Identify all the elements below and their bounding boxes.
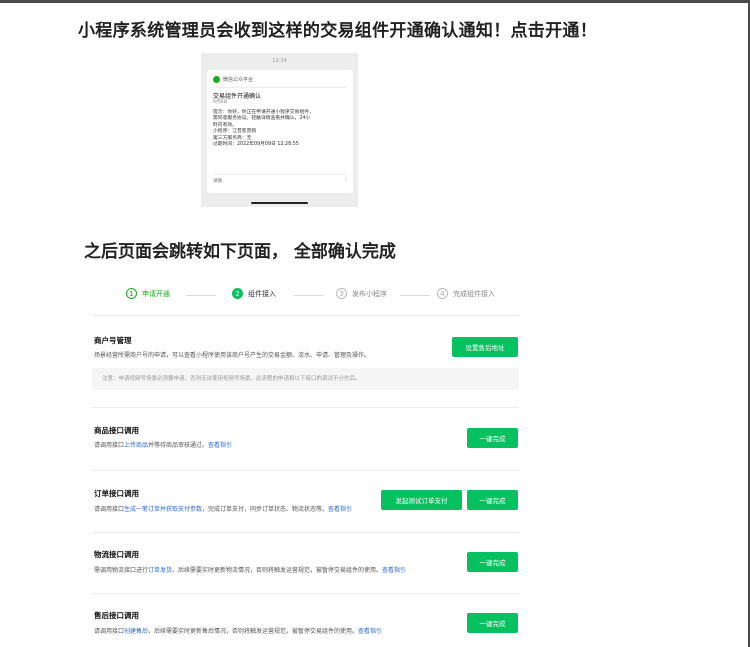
upload-goods-link[interactable]: 上传商品 xyxy=(124,442,148,449)
merchant-title: 商户号管理 xyxy=(94,336,132,345)
divider xyxy=(213,87,347,88)
desc-text: 需调用物流接口进行 xyxy=(94,567,149,574)
aftersale-desc: 请调用接口创建售后，后续需要实时更新售后情况，否则将触发运营规范，被暂停交易组件… xyxy=(94,626,382,635)
divider xyxy=(92,593,519,594)
step-connector xyxy=(400,295,430,296)
desc-text: 。后续需要实时更新物流情况，否则将触发运营规范，被暂停交易组件的使用。 xyxy=(172,567,383,574)
divider xyxy=(92,532,519,533)
step-label: 发布小程序 xyxy=(352,289,387,298)
ship-order-link[interactable]: 订单发货 xyxy=(148,567,172,574)
notification-body: 提示：你好，你正在申请开通小程序交易组件， 需同意服务协议，轻触详情查看并确认，… xyxy=(213,110,347,148)
divider xyxy=(92,470,519,471)
desc-text: 请调用接口 xyxy=(94,506,125,513)
wechat-logo-icon xyxy=(213,76,220,83)
view-guide-link[interactable]: 查看指引 xyxy=(328,506,352,513)
merchant-desc: 场景经营所需商户号的申请，可以查看小程序使用该商户号产生的交易金额、流水、申请、… xyxy=(94,352,371,359)
divider xyxy=(92,315,519,316)
body-line: 过期时间：2022年09月09日 12:28:55 xyxy=(213,142,299,148)
order-desc: 请调用接口生成一笔订单并获取支付参数，完成订单支付，同步订单状态、物流状态等。查… xyxy=(94,504,352,513)
divider xyxy=(213,174,347,175)
desc-text: ，后续需要实时更新售后情况，否则将触发运营规范，被暂停交易组件的使用。 xyxy=(148,628,359,635)
progress-steps: 1 申请开通 2 组件接入 3 发布小程序 4 完成组件接入 xyxy=(0,288,750,304)
home-indicator xyxy=(251,202,308,204)
logistics-title: 物流接口调用 xyxy=(94,550,139,559)
notification-date: 9月8日 xyxy=(213,100,228,105)
desc-text: 请调用接口 xyxy=(94,628,125,635)
step-number: 2 xyxy=(232,288,243,299)
desc-text: ，完成订单支付，同步订单状态、物流状态等。 xyxy=(202,506,329,513)
order-complete-button[interactable]: 一键完成 xyxy=(467,490,518,510)
notification-card[interactable]: 微信公众平台 交易组件开通确认 9月8日 提示：你好，你正在申请开通小程序交易组… xyxy=(207,70,353,193)
logistics-complete-button[interactable]: 一键完成 xyxy=(467,552,518,572)
aftersale-title: 售后接口调用 xyxy=(94,611,139,620)
merchant-note: 注意：申请视频号场景必须要申请，否则无法使用视频号场景，此流程的申请和以下接口的… xyxy=(92,368,519,390)
view-guide-link[interactable]: 查看指引 xyxy=(382,567,406,574)
step-apply: 1 申请开通 xyxy=(126,288,170,299)
view-guide-link[interactable]: 查看指引 xyxy=(358,628,382,635)
step-label: 组件接入 xyxy=(248,289,276,298)
notification-brand: 微信公众平台 xyxy=(213,76,253,83)
top-heading: 小程序系统管理员会收到这样的交易组件开通确认通知！点击开通！ xyxy=(78,21,597,41)
step-connector xyxy=(294,295,324,296)
brand-name: 微信公众平台 xyxy=(223,77,254,83)
step-number: 1 xyxy=(126,288,137,299)
step-complete: 4 完成组件接入 xyxy=(437,288,495,299)
view-guide-link[interactable]: 查看指引 xyxy=(208,442,232,449)
step-integrate: 2 组件接入 xyxy=(232,288,276,299)
step-label: 完成组件接入 xyxy=(453,289,495,298)
detail-link[interactable]: 详情 xyxy=(213,178,222,184)
step-publish: 3 发布小程序 xyxy=(336,288,387,299)
logistics-desc: 需调用物流接口进行订单发货。后续需要实时更新物流情况，否则将触发运营规范，被暂停… xyxy=(94,565,406,574)
aftersale-complete-button[interactable]: 一键完成 xyxy=(467,613,518,633)
goods-title: 商品接口调用 xyxy=(94,426,139,435)
goods-complete-button[interactable]: 一键完成 xyxy=(467,428,518,448)
mid-heading: 之后页面会跳转如下页面， 全部确认完成 xyxy=(84,242,396,262)
create-aftersale-link[interactable]: 创建售后 xyxy=(124,628,148,635)
chevron-right-icon[interactable]: › xyxy=(345,176,347,183)
step-number: 3 xyxy=(336,288,347,299)
set-aftersale-address-button[interactable]: 设置售后地址 xyxy=(452,337,518,357)
desc-text: 并等待商品审核通过。 xyxy=(148,442,209,449)
divider xyxy=(92,407,519,408)
step-label: 申请开通 xyxy=(142,289,170,298)
desc-text: 请调用接口 xyxy=(94,442,125,449)
test-order-pay-button[interactable]: 发起测试订单支付 xyxy=(381,490,462,510)
phone-time: 12:34 xyxy=(272,58,287,64)
phone-screenshot: 12:34 微信公众平台 交易组件开通确认 9月8日 提示：你好，你正在申请开通… xyxy=(201,53,358,207)
step-connector xyxy=(186,295,216,296)
step-number: 4 xyxy=(437,288,448,299)
top-border xyxy=(0,0,750,3)
create-order-link[interactable]: 生成一笔订单并获取支付参数 xyxy=(124,506,202,513)
order-title: 订单接口调用 xyxy=(94,489,139,498)
goods-desc: 请调用接口上传商品并等待商品审核通过。查看指引 xyxy=(94,440,232,449)
